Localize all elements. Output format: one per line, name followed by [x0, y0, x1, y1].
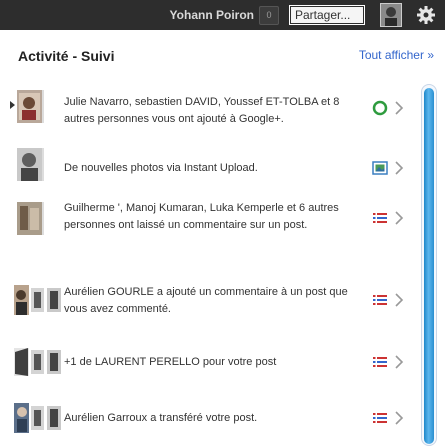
- chevron-right-icon[interactable]: [394, 100, 404, 116]
- comment-list-icon[interactable]: [372, 292, 388, 308]
- share-button[interactable]: Partager...: [289, 5, 365, 25]
- notification-text: Julie Navarro, sebastien DAVID, Youssef …: [64, 96, 340, 125]
- chevron-right-icon[interactable]: [394, 160, 404, 176]
- comment-list-icon[interactable]: [372, 354, 388, 370]
- comment-list-icon[interactable]: [372, 210, 388, 226]
- avatars: [14, 402, 62, 435]
- notification-item[interactable]: Aurélien Garroux a transféré votre post.: [0, 394, 418, 444]
- panel-title: Activité - Suivi: [18, 48, 115, 64]
- avatar-icon: [17, 148, 42, 181]
- notification-text: +1 de LAURENT PERELLO pour votre post: [64, 356, 277, 368]
- user-name-link[interactable]: Yohann Poiron: [170, 8, 254, 22]
- chevron-right-icon[interactable]: [394, 354, 404, 370]
- photo-icon[interactable]: [372, 160, 388, 176]
- avatars: [14, 346, 62, 379]
- notification-list: Julie Navarro, sebastien DAVID, Youssef …: [0, 84, 418, 448]
- notification-item[interactable]: Julie Navarro, sebastien DAVID, Youssef …: [0, 90, 418, 130]
- notification-text: De nouvelles photos via Instant Upload.: [64, 162, 258, 174]
- avatar-icon: [14, 403, 61, 433]
- show-all-link[interactable]: Tout afficher »: [359, 48, 434, 62]
- comment-list-icon[interactable]: [372, 410, 388, 426]
- scrollbar-thumb[interactable]: [424, 88, 434, 444]
- avatar-icon: [17, 202, 42, 235]
- notification-item[interactable]: Guilherme ', Manoj Kumaran, Luka Kemperl…: [0, 192, 418, 264]
- notification-item[interactable]: De nouvelles photos via Instant Upload.: [0, 140, 418, 190]
- profile-avatar[interactable]: [380, 3, 402, 27]
- gear-icon[interactable]: [414, 3, 438, 27]
- notification-text: Guilherme ', Manoj Kumaran, Luka Kemperl…: [64, 202, 339, 231]
- avatar-icon: [14, 348, 61, 376]
- notification-item[interactable]: +1 de LAURENT PERELLO pour votre post: [0, 340, 418, 386]
- chevron-right-icon[interactable]: [394, 210, 404, 226]
- notification-text: Aurélien GOURLE a ajouté un commentaire …: [64, 286, 348, 315]
- avatar-icon: [14, 285, 61, 315]
- chevron-right-icon[interactable]: [394, 410, 404, 426]
- share-button-label: Partager...: [291, 7, 363, 23]
- notification-item[interactable]: Aurélien GOURLE a ajouté un commentaire …: [0, 278, 418, 336]
- top-bar: Yohann Poiron 0 Partager...: [0, 0, 445, 30]
- circle-add-icon[interactable]: [372, 100, 388, 116]
- notification-text: Aurélien Garroux a transféré votre post.: [64, 412, 258, 424]
- notification-count-badge[interactable]: 0: [259, 6, 279, 25]
- avatar-stack: [17, 90, 44, 123]
- avatar-photo-icon: [381, 4, 401, 26]
- avatar-icon: [17, 90, 42, 123]
- avatar: [17, 148, 44, 181]
- avatars: [14, 284, 62, 317]
- avatar-stack: [17, 202, 44, 235]
- chevron-right-icon[interactable]: [394, 292, 404, 308]
